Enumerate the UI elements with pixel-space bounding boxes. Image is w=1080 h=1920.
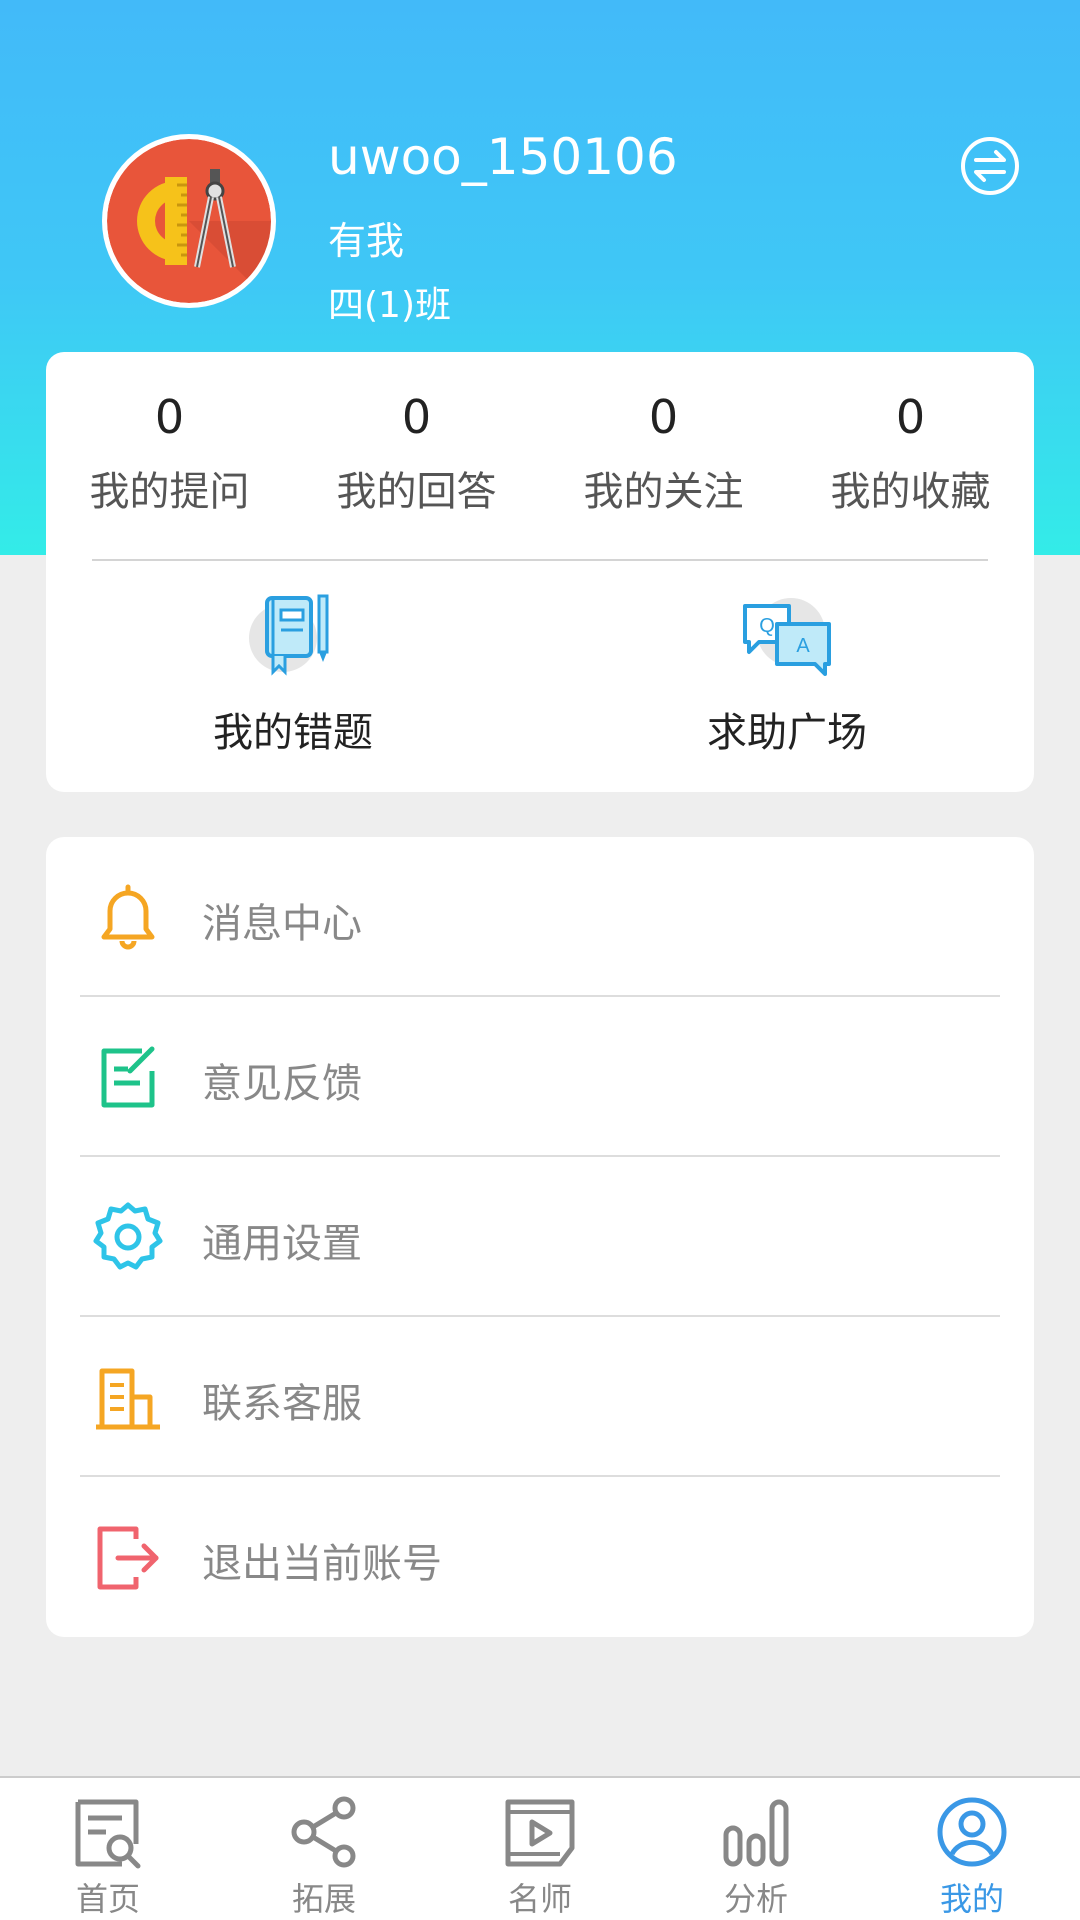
quick-action-label: 求助广场 (707, 710, 867, 756)
svg-text:A: A (796, 635, 810, 657)
building-icon (96, 1368, 160, 1430)
class-name: 四(1)班 (328, 285, 451, 326)
tab-label: 名师 (507, 1880, 572, 1918)
document-search-icon (75, 1799, 141, 1869)
stat-my-questions[interactable]: 0 我的提问 (46, 387, 293, 517)
bell-icon (101, 884, 155, 950)
divider (92, 559, 988, 561)
menu-item-feedback[interactable]: 意见反馈 (46, 997, 1034, 1157)
bottom-tab-bar: 首页 拓展 名师 分析 我的 (0, 1776, 1080, 1920)
share-icon (291, 1796, 356, 1868)
tab-analysis[interactable]: 分析 (648, 1778, 864, 1920)
avatar[interactable] (102, 134, 276, 308)
svg-text:Q: Q (759, 615, 775, 637)
stat-my-follows[interactable]: 0 我的关注 (540, 387, 787, 517)
username: uwoo_150106 (328, 128, 678, 186)
tab-label: 我的 (939, 1880, 1004, 1918)
menu-label: 退出当前账号 (202, 1541, 442, 1587)
stat-label: 我的提问 (89, 469, 250, 515)
stat-my-answers[interactable]: 0 我的回答 (293, 387, 540, 517)
tab-label: 分析 (723, 1880, 788, 1918)
menu-item-logout[interactable]: 退出当前账号 (46, 1477, 1034, 1637)
ruler-compass-icon (107, 139, 271, 303)
logout-icon (97, 1526, 159, 1590)
help-square-button[interactable]: Q A 求助广场 (540, 592, 1034, 758)
qa-chat-icon: Q A (743, 598, 831, 676)
switch-account-button[interactable] (958, 134, 1022, 198)
menu-item-contact-service[interactable]: 联系客服 (46, 1317, 1034, 1477)
tab-label: 首页 (75, 1880, 140, 1918)
stat-value: 0 (401, 390, 432, 444)
stat-value: 0 (895, 390, 926, 444)
stat-my-favorites[interactable]: 0 我的收藏 (787, 387, 1034, 517)
nickname: 有我 (328, 219, 405, 263)
stat-label: 我的收藏 (830, 469, 991, 515)
my-mistakes-button[interactable]: 我的错题 (46, 592, 540, 758)
notebook-icon (249, 594, 329, 676)
settings-menu: 消息中心 意见反馈 通用设置 联系客服 退出当前账号 (46, 837, 1034, 1637)
menu-item-message-center[interactable]: 消息中心 (46, 837, 1034, 997)
video-play-icon (505, 1799, 575, 1867)
tab-teachers[interactable]: 名师 (432, 1778, 648, 1920)
quick-action-label: 我的错题 (213, 710, 373, 756)
tab-label: 拓展 (291, 1880, 356, 1918)
menu-item-settings[interactable]: 通用设置 (46, 1157, 1034, 1317)
bar-chart-icon (723, 1799, 789, 1867)
stats-card: 0 我的提问 0 我的回答 0 我的关注 0 我的收藏 我的错题 Q A 求助广… (46, 352, 1034, 792)
tab-home[interactable]: 首页 (0, 1778, 216, 1920)
menu-label: 消息中心 (202, 901, 362, 947)
stat-label: 我的关注 (583, 469, 744, 515)
stat-label: 我的回答 (336, 469, 497, 515)
stat-value: 0 (154, 390, 185, 444)
switch-arrows-icon (961, 137, 1019, 195)
tab-expand[interactable]: 拓展 (216, 1778, 432, 1920)
stat-value: 0 (648, 390, 679, 444)
menu-label: 通用设置 (202, 1221, 362, 1267)
tab-mine[interactable]: 我的 (864, 1778, 1080, 1920)
edit-note-icon (101, 1046, 155, 1108)
menu-label: 意见反馈 (202, 1061, 362, 1107)
gear-icon (93, 1202, 163, 1270)
user-icon (937, 1797, 1007, 1867)
menu-label: 联系客服 (202, 1381, 362, 1427)
